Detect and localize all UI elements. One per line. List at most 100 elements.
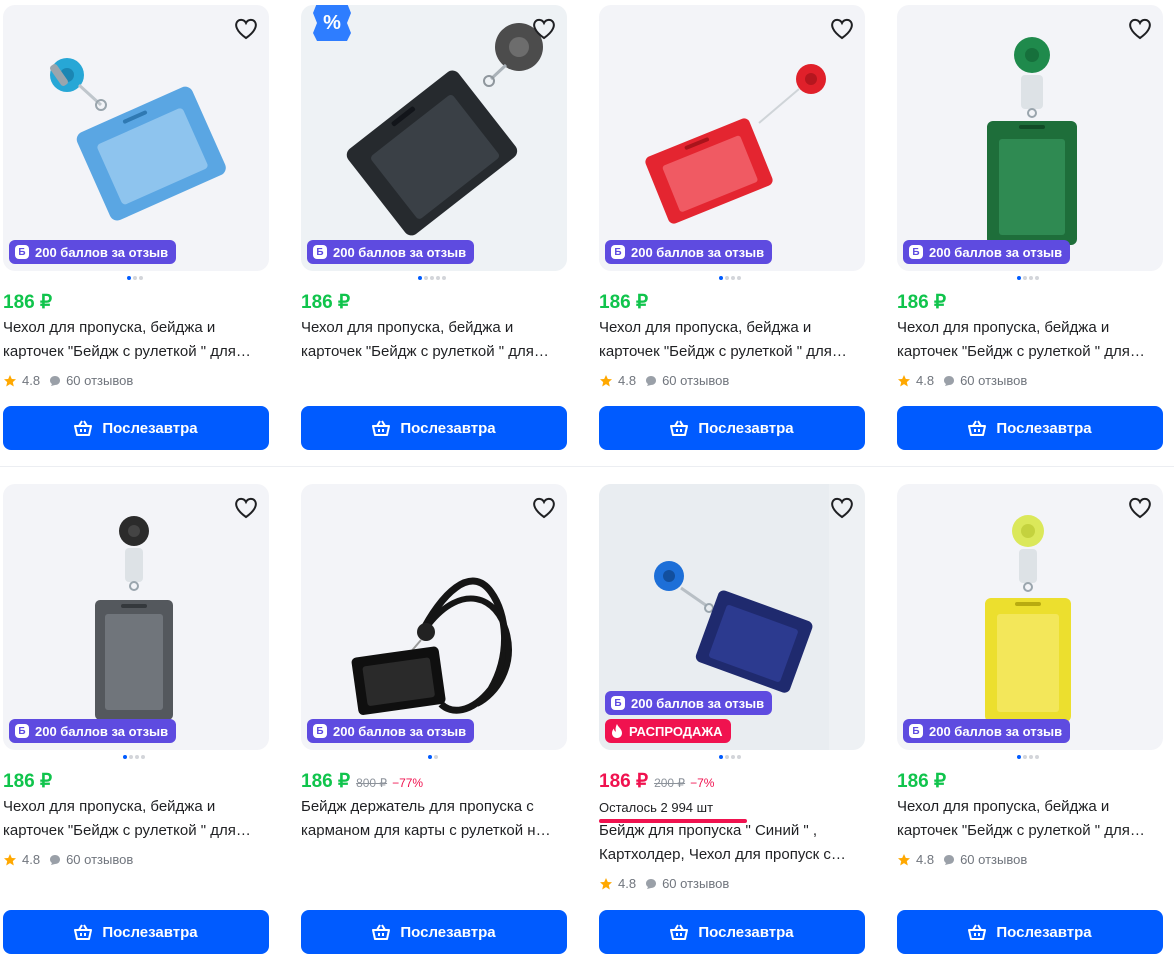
- image-dots[interactable]: [719, 755, 741, 761]
- product-card[interactable]: Б 200 баллов за отзыв 186 ₽ 800 ₽ −77% Бе…: [301, 484, 567, 954]
- product-image[interactable]: Б 200 баллов за отзыв: [3, 484, 269, 750]
- image-dots[interactable]: [428, 755, 438, 761]
- price: 186 ₽: [301, 292, 351, 313]
- bonus-b-icon: Б: [313, 245, 327, 259]
- image-dots[interactable]: [418, 276, 446, 282]
- price: 186 ₽: [3, 771, 53, 792]
- heart-icon[interactable]: [529, 492, 559, 522]
- price: 186 ₽: [599, 771, 649, 792]
- product-title[interactable]: Чехол для пропуска, бейджа и карточек "Бе…: [897, 316, 1159, 364]
- star-icon: [898, 374, 910, 386]
- price-row: 186 ₽: [3, 770, 52, 793]
- product-title[interactable]: Чехол для пропуска, бейджа и карточек "Бе…: [599, 316, 861, 364]
- percent-icon: %: [313, 5, 351, 41]
- product-title[interactable]: Чехол для пропуска, бейджа и карточек "Бе…: [3, 316, 265, 364]
- heart-icon[interactable]: [1125, 13, 1155, 43]
- chat-bubble-icon: [944, 375, 955, 386]
- product-title[interactable]: Бейдж для пропуска " Синий " , Картхолдер…: [599, 819, 861, 867]
- chat-bubble-icon: [50, 375, 61, 386]
- product-image[interactable]: Б 200 баллов за отзыв: [897, 5, 1163, 271]
- product-title[interactable]: Чехол для пропуска, бейджа и карточек "Бе…: [897, 795, 1159, 843]
- rating-value: 4.8: [22, 373, 41, 388]
- price-row: 186 ₽ 200 ₽ −7%: [599, 770, 714, 793]
- product-image[interactable]: Б 200 баллов за отзыв: [3, 5, 269, 271]
- cart-button-label: Послезавтра: [102, 419, 198, 437]
- cart-button[interactable]: Послезавтра: [3, 406, 269, 450]
- star-icon: [4, 374, 16, 386]
- price-row: 186 ₽: [897, 291, 946, 314]
- heart-icon[interactable]: [231, 492, 261, 522]
- cart-button[interactable]: Послезавтра: [897, 406, 1163, 450]
- chat-bubble-icon: [646, 375, 657, 386]
- heart-icon[interactable]: [827, 492, 857, 522]
- bonus-badge: Б 200 баллов за отзыв: [9, 240, 177, 264]
- reviews-count: 60 отзывов: [662, 876, 730, 891]
- cart-button-label: Послезавтра: [400, 419, 496, 437]
- bonus-b-icon: Б: [909, 245, 923, 259]
- cart-button[interactable]: Послезавтра: [301, 910, 567, 954]
- product-card[interactable]: Б 200 баллов за отзыв 186 ₽ Чехол для про…: [3, 5, 269, 455]
- reviews-count: 60 отзывов: [66, 852, 134, 867]
- price: 186 ₽: [599, 292, 649, 313]
- stock-remaining: Осталось 2 994 шт: [599, 800, 714, 815]
- basket-icon: [968, 924, 987, 940]
- price-row: 186 ₽: [301, 291, 350, 314]
- image-dots[interactable]: [1017, 755, 1039, 761]
- reviews-count: 60 отзывов: [960, 852, 1028, 867]
- bonus-badge: Б 200 баллов за отзыв: [605, 240, 773, 264]
- product-card[interactable]: Б 200 баллов за отзыв 186 ₽ Чехол для про…: [897, 5, 1163, 455]
- product-card[interactable]: Б 200 баллов за отзыв 186 ₽ Чехол для про…: [897, 484, 1163, 954]
- cart-button[interactable]: Послезавтра: [599, 406, 865, 450]
- cart-button[interactable]: Послезавтра: [301, 406, 567, 450]
- bonus-b-icon: Б: [15, 245, 29, 259]
- product-card[interactable]: Б 200 баллов за отзыв 186 ₽ Чехол для про…: [3, 484, 269, 954]
- rating-row: 4.8 60 отзывов: [3, 373, 133, 388]
- cart-button-label: Послезавтра: [698, 419, 794, 437]
- basket-icon: [670, 420, 689, 436]
- product-card[interactable]: Б 200 баллов за отзыв РАСПРОДАЖА 186 ₽ 20…: [599, 484, 865, 954]
- rating-value: 4.8: [22, 852, 41, 867]
- cart-button[interactable]: Послезавтра: [599, 910, 865, 954]
- heart-icon[interactable]: [231, 13, 261, 43]
- old-price: 200 ₽: [654, 776, 686, 790]
- image-dots[interactable]: [1017, 276, 1039, 282]
- product-title[interactable]: Чехол для пропуска, бейджа и карточек "Бе…: [301, 316, 563, 364]
- rating-row: 4.8 60 отзывов: [3, 852, 133, 867]
- product-title[interactable]: Бейдж держатель для пропуска с карманом д…: [301, 795, 563, 843]
- product-image[interactable]: Б 200 баллов за отзыв РАСПРОДАЖА: [599, 484, 865, 750]
- bonus-b-icon: Б: [611, 245, 625, 259]
- price: 186 ₽: [897, 292, 947, 313]
- image-dots[interactable]: [123, 755, 145, 761]
- product-image[interactable]: Б 200 баллов за отзыв: [599, 5, 865, 271]
- chat-bubble-icon: [646, 878, 657, 889]
- rating-value: 4.8: [916, 852, 935, 867]
- bonus-b-icon: Б: [909, 724, 923, 738]
- product-photo: [351, 577, 512, 715]
- bonus-badge: Б 200 баллов за отзыв: [903, 240, 1071, 264]
- heart-icon[interactable]: [1125, 492, 1155, 522]
- product-image[interactable]: Б 200 баллов за отзыв: [897, 484, 1163, 750]
- bonus-badge: Б 200 баллов за отзыв: [605, 691, 773, 715]
- bonus-badge: Б 200 баллов за отзыв: [307, 719, 475, 743]
- cart-button[interactable]: Послезавтра: [897, 910, 1163, 954]
- image-dots[interactable]: [127, 276, 143, 282]
- product-title[interactable]: Чехол для пропуска, бейджа и карточек "Бе…: [3, 795, 265, 843]
- bonus-b-icon: Б: [611, 696, 625, 710]
- basket-icon: [372, 420, 391, 436]
- product-card[interactable]: Б 200 баллов за отзыв 186 ₽ Чехол для про…: [599, 5, 865, 455]
- product-image[interactable]: % Б 200 баллов за отзыв: [301, 5, 567, 271]
- basket-icon: [74, 420, 93, 436]
- rating-value: 4.8: [618, 373, 637, 388]
- basket-icon: [74, 924, 93, 940]
- price: 186 ₽: [301, 771, 351, 792]
- old-price: 800 ₽: [356, 776, 388, 790]
- heart-icon[interactable]: [529, 13, 559, 43]
- rating-row: 4.8 60 отзывов: [599, 876, 729, 891]
- heart-icon[interactable]: [827, 13, 857, 43]
- image-dots[interactable]: [719, 276, 741, 282]
- cart-button[interactable]: Послезавтра: [3, 910, 269, 954]
- product-photo: [645, 64, 826, 224]
- product-card[interactable]: % Б 200 баллов за отзыв 186 ₽ Чехол для п…: [301, 5, 567, 455]
- product-image[interactable]: Б 200 баллов за отзыв: [301, 484, 567, 750]
- row-divider: [0, 466, 1174, 467]
